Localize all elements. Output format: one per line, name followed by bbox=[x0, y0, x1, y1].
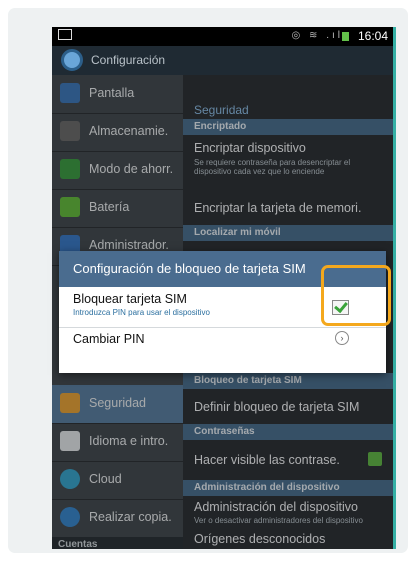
chevron-right-icon: › bbox=[335, 331, 349, 345]
lock-sim-label: Bloquear tarjeta SIM bbox=[73, 292, 187, 306]
signal-icon: ◎ ≋ .ıl bbox=[291, 30, 343, 41]
status-bar: ◎ ≋ .ıl 16:04 bbox=[52, 27, 393, 46]
settings-gear-icon[interactable] bbox=[61, 49, 83, 71]
action-bar: Configuración bbox=[52, 46, 393, 75]
lock-sim-subtitle: Introduzca PIN para usar el dispositivo bbox=[73, 308, 210, 317]
battery-status-icon bbox=[342, 32, 349, 41]
screenshot-icon bbox=[58, 29, 72, 40]
change-pin-label: Cambiar PIN bbox=[73, 332, 145, 346]
checkbox-highlight-box bbox=[321, 265, 391, 326]
right-accent-edge bbox=[393, 27, 396, 549]
change-pin-option[interactable]: Cambiar PIN › bbox=[59, 328, 386, 368]
app-title: Configuración bbox=[91, 53, 166, 67]
status-time: 16:04 bbox=[357, 29, 388, 43]
